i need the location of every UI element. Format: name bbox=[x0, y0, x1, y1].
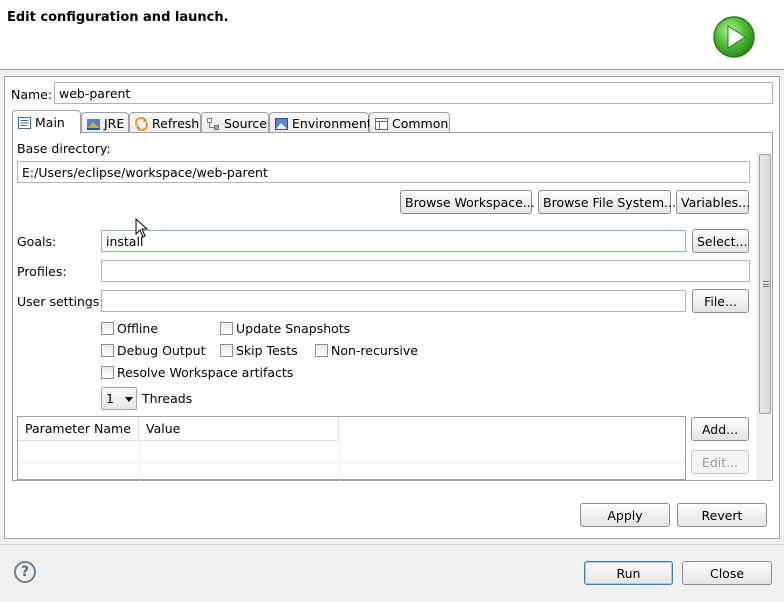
tab-jre[interactable]: JRE bbox=[81, 112, 129, 134]
edit-parameter-button[interactable]: Edit... bbox=[691, 450, 749, 474]
offline-checkbox[interactable] bbox=[101, 322, 114, 335]
chevron-down-icon bbox=[125, 397, 133, 402]
tab-label: Main bbox=[35, 115, 65, 130]
common-icon bbox=[375, 117, 388, 130]
help-icon[interactable]: ? bbox=[14, 561, 36, 583]
apply-button[interactable]: Apply bbox=[580, 503, 670, 527]
scrollbar-thumb[interactable] bbox=[759, 154, 771, 414]
tab-label: Source bbox=[224, 116, 267, 131]
skip-tests-label: Skip Tests bbox=[236, 343, 298, 358]
debug-output-checkbox-row[interactable]: Debug Output bbox=[101, 343, 206, 358]
tab-label: Common bbox=[392, 116, 449, 131]
footer-separator bbox=[0, 544, 784, 545]
run-launch-icon bbox=[713, 16, 755, 58]
jre-icon bbox=[87, 118, 100, 130]
base-directory-input[interactable] bbox=[17, 161, 750, 183]
tab-source[interactable]: Source bbox=[201, 112, 269, 134]
resolve-workspace-checkbox[interactable] bbox=[101, 366, 114, 379]
source-icon bbox=[207, 117, 219, 130]
update-snapshots-checkbox-row[interactable]: Update Snapshots bbox=[220, 321, 350, 336]
close-button[interactable]: Close bbox=[682, 561, 772, 585]
tab-common[interactable]: Common bbox=[369, 112, 450, 134]
tab-label: JRE bbox=[104, 116, 125, 131]
non-recursive-checkbox[interactable] bbox=[315, 344, 328, 357]
column-header-value[interactable]: Value bbox=[139, 417, 339, 441]
profiles-label: Profiles: bbox=[17, 264, 67, 279]
goals-input[interactable] bbox=[101, 230, 686, 252]
tab-label: Environment bbox=[292, 116, 372, 131]
table-row[interactable] bbox=[18, 463, 685, 481]
browse-file-system-button[interactable]: Browse File System... bbox=[538, 190, 676, 214]
file-button[interactable]: File... bbox=[692, 289, 749, 313]
mouse-cursor-icon bbox=[135, 218, 149, 238]
threads-value: 1 bbox=[106, 391, 114, 406]
select-goals-button[interactable]: Select... bbox=[692, 229, 749, 253]
grip-icon bbox=[763, 281, 769, 287]
threads-label: Threads bbox=[142, 391, 193, 406]
vertical-scrollbar[interactable] bbox=[757, 152, 771, 480]
run-button[interactable]: Run bbox=[584, 561, 673, 585]
tab-label: Refresh bbox=[152, 116, 200, 131]
offline-checkbox-row[interactable]: Offline bbox=[101, 321, 158, 336]
debug-output-label: Debug Output bbox=[117, 343, 206, 358]
name-input[interactable] bbox=[54, 82, 773, 104]
user-settings-input[interactable] bbox=[101, 290, 686, 312]
skip-tests-checkbox[interactable] bbox=[220, 344, 233, 357]
skip-tests-checkbox-row[interactable]: Skip Tests bbox=[220, 343, 298, 358]
profiles-input[interactable] bbox=[101, 260, 750, 282]
column-header-parameter-name[interactable]: Parameter Name bbox=[18, 417, 139, 441]
table-row[interactable] bbox=[18, 441, 685, 462]
tab-environment[interactable]: Environment bbox=[269, 112, 372, 134]
user-settings-label: User settings: bbox=[17, 294, 104, 309]
non-recursive-label: Non-recursive bbox=[331, 343, 418, 358]
name-label: Name: bbox=[11, 87, 53, 102]
dialog-title: Edit configuration and launch. bbox=[7, 10, 229, 25]
update-snapshots-checkbox[interactable] bbox=[220, 322, 233, 335]
debug-output-checkbox[interactable] bbox=[101, 344, 114, 357]
update-snapshots-label: Update Snapshots bbox=[236, 321, 351, 336]
tab-main[interactable]: Main bbox=[12, 110, 81, 134]
browse-workspace-button[interactable]: Browse Workspace... bbox=[400, 190, 535, 214]
base-directory-label: Base directory: bbox=[17, 141, 111, 156]
refresh-icon bbox=[135, 116, 148, 131]
environment-icon bbox=[275, 117, 288, 130]
main-tab-icon bbox=[18, 116, 31, 129]
goals-label: Goals: bbox=[17, 234, 57, 249]
resolve-workspace-checkbox-row[interactable]: Resolve Workspace artifacts bbox=[101, 365, 293, 380]
threads-combo[interactable]: 1 bbox=[101, 387, 137, 410]
offline-label: Offline bbox=[117, 321, 159, 336]
tab-refresh[interactable]: Refresh bbox=[129, 112, 201, 134]
revert-button[interactable]: Revert bbox=[677, 503, 767, 527]
add-parameter-button[interactable]: Add... bbox=[691, 417, 749, 441]
parameters-table[interactable]: Parameter Name Value bbox=[17, 416, 686, 481]
resolve-workspace-label: Resolve Workspace artifacts bbox=[117, 365, 294, 380]
variables-button[interactable]: Variables... bbox=[676, 190, 750, 214]
dialog-header: Edit configuration and launch. bbox=[0, 0, 784, 70]
non-recursive-checkbox-row[interactable]: Non-recursive bbox=[315, 343, 418, 358]
